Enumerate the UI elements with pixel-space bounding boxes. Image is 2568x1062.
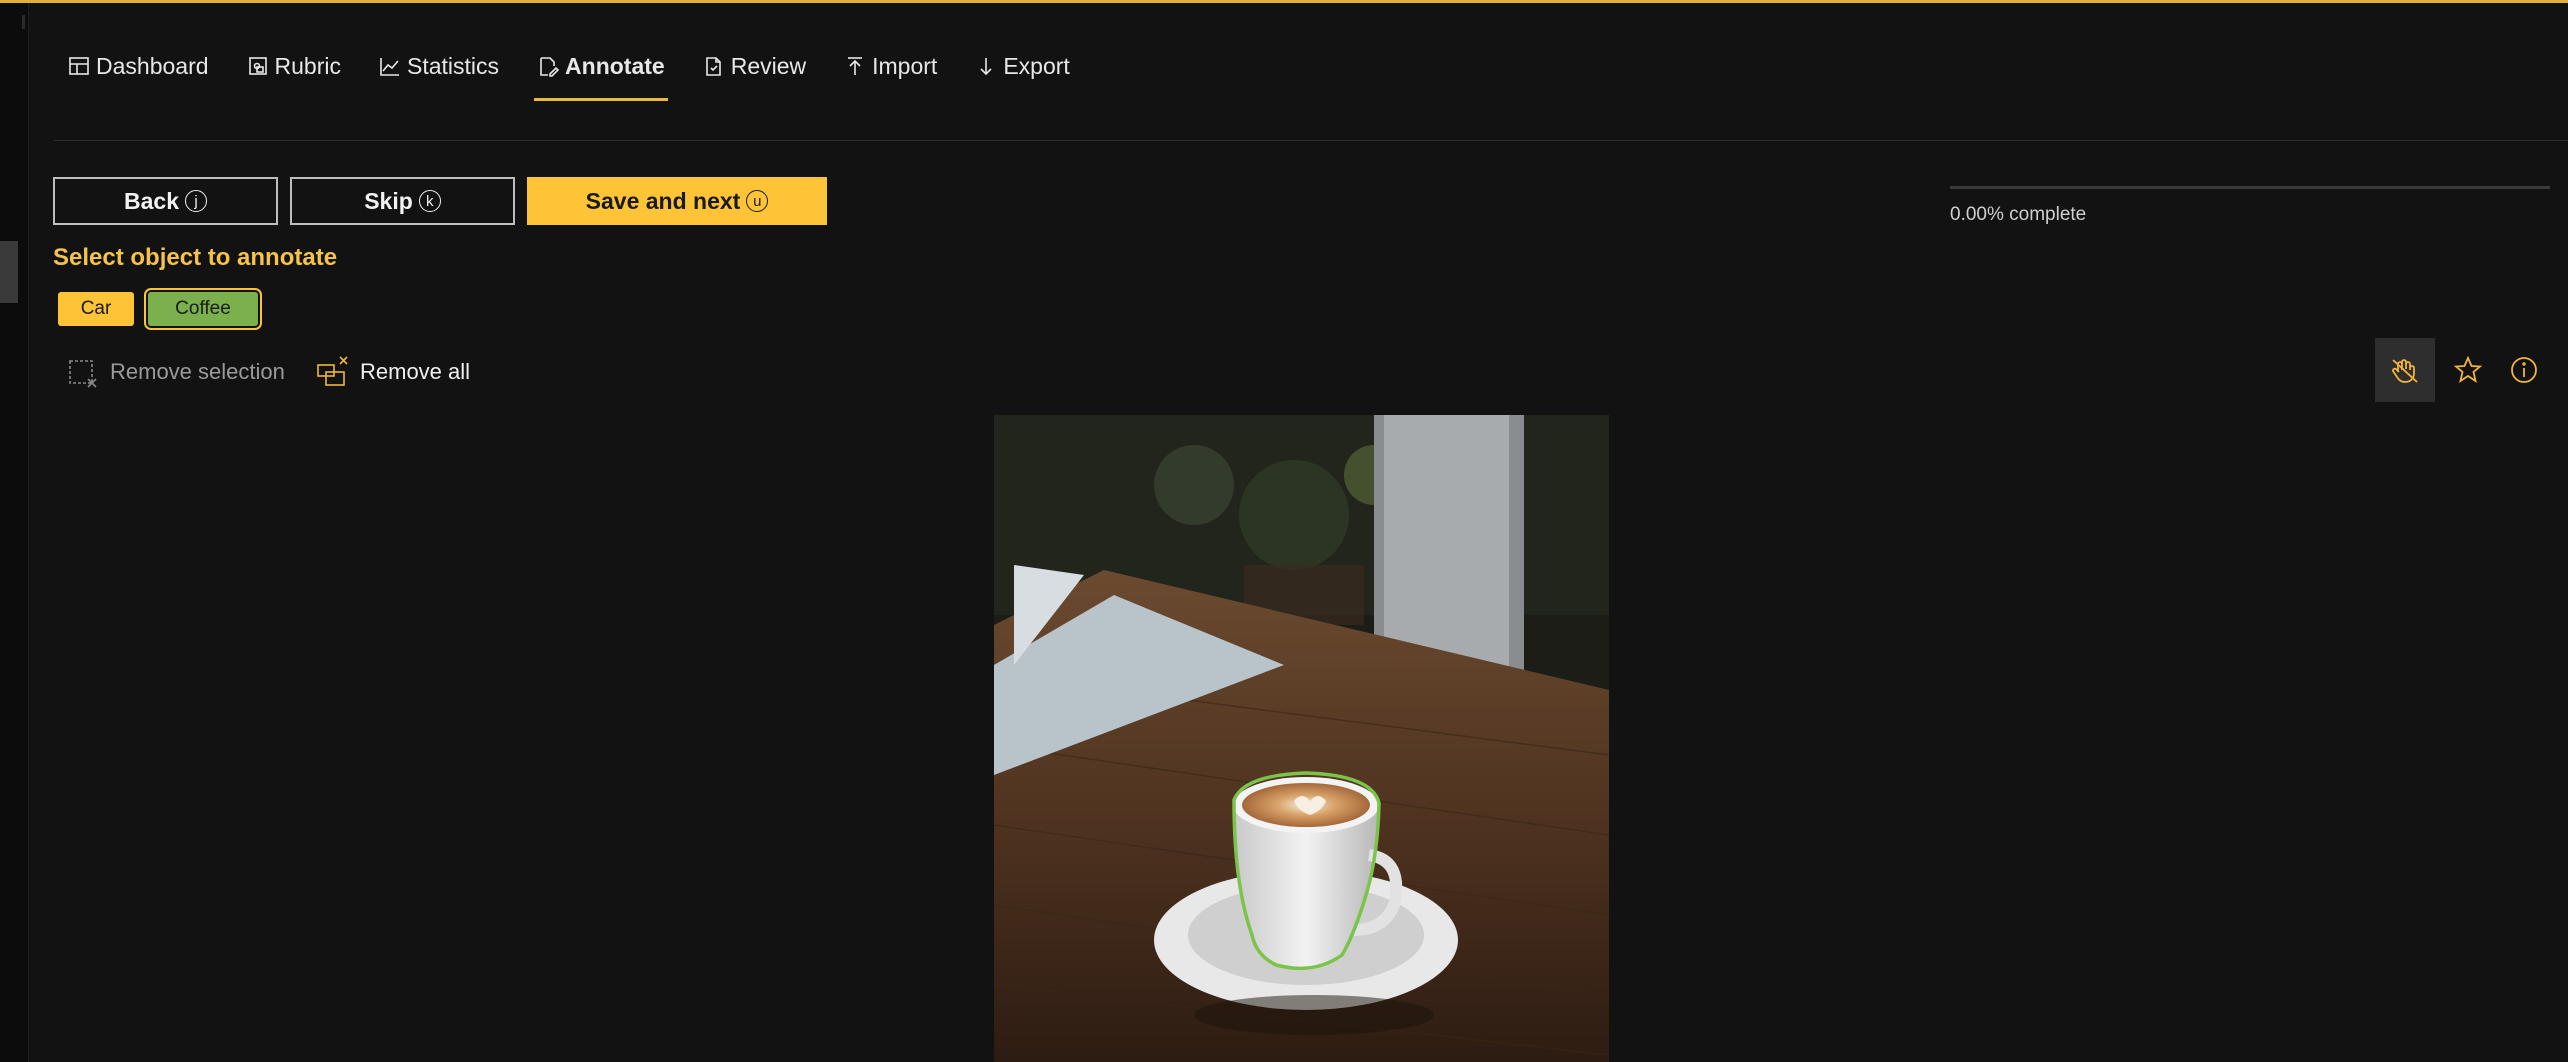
object-chip-car[interactable]: Car	[58, 292, 134, 326]
nav-import[interactable]: Import	[844, 48, 937, 84]
dashboard-icon	[69, 57, 89, 75]
save-and-next-button[interactable]: Save and next u	[527, 177, 827, 225]
left-rail	[0, 3, 29, 1062]
nav-rubric[interactable]: Rubric	[247, 48, 341, 84]
back-button[interactable]: Back j	[53, 177, 278, 225]
review-icon	[705, 57, 721, 76]
star-tool-button[interactable]	[2438, 338, 2498, 402]
select-object-heading: Select object to annotate	[53, 244, 338, 271]
progress-text: 0.00% complete	[1950, 204, 2087, 225]
back-label: Back	[124, 187, 179, 214]
star-icon	[2453, 355, 2483, 383]
nav-label: Review	[730, 52, 807, 79]
remove-selection-label: Remove selection	[110, 359, 285, 384]
export-icon	[980, 58, 992, 76]
left-rail-tick	[22, 15, 25, 29]
left-rail-handle[interactable]	[0, 241, 18, 303]
remove-all-label: Remove all	[360, 359, 471, 384]
pan-tool-button[interactable]	[2375, 338, 2435, 402]
import-icon	[848, 57, 863, 75]
skip-label: Skip	[364, 187, 413, 214]
annotation-canvas[interactable]	[994, 415, 1609, 1062]
annotate-icon	[540, 57, 560, 77]
main-nav: Dashboard Rubric Statistics Annotate Rev…	[68, 48, 1108, 104]
nav-annotate[interactable]: Annotate	[534, 48, 668, 101]
skip-button[interactable]: Skip k	[290, 177, 515, 225]
nav-label: Dashboard	[96, 52, 209, 79]
remove-selection-icon	[69, 360, 97, 388]
nav-label: Import	[872, 52, 938, 79]
progress-bar	[1950, 186, 2550, 189]
top-accent-line	[0, 0, 2568, 3]
skip-shortcut-key: k	[418, 190, 441, 212]
remove-all-button[interactable]: Remove all	[316, 352, 470, 392]
nav-export[interactable]: Export	[975, 48, 1070, 84]
rubric-icon	[248, 57, 267, 75]
remove-selection-button[interactable]: Remove selection	[66, 352, 285, 392]
save-label: Save and next	[585, 187, 741, 214]
nav-label: Export	[1003, 52, 1070, 79]
nav-dashboard[interactable]: Dashboard	[68, 48, 209, 84]
nav-label: Statistics	[407, 52, 500, 79]
nav-review[interactable]: Review	[703, 48, 806, 84]
coffee-photo	[994, 415, 1609, 1062]
nav-statistics[interactable]: Statistics	[379, 48, 499, 84]
nav-divider	[54, 140, 2568, 141]
statistics-icon	[380, 58, 399, 76]
info-icon	[2511, 357, 2537, 383]
object-chip-coffee[interactable]: Coffee	[144, 288, 262, 330]
pan-hand-icon	[2392, 359, 2418, 383]
nav-label: Rubric	[274, 52, 341, 79]
info-button[interactable]	[2494, 338, 2554, 402]
remove-all-icon	[317, 356, 348, 386]
nav-label: Annotate	[565, 52, 665, 79]
save-shortcut-key: u	[746, 190, 769, 212]
back-shortcut-key: j	[184, 190, 207, 212]
